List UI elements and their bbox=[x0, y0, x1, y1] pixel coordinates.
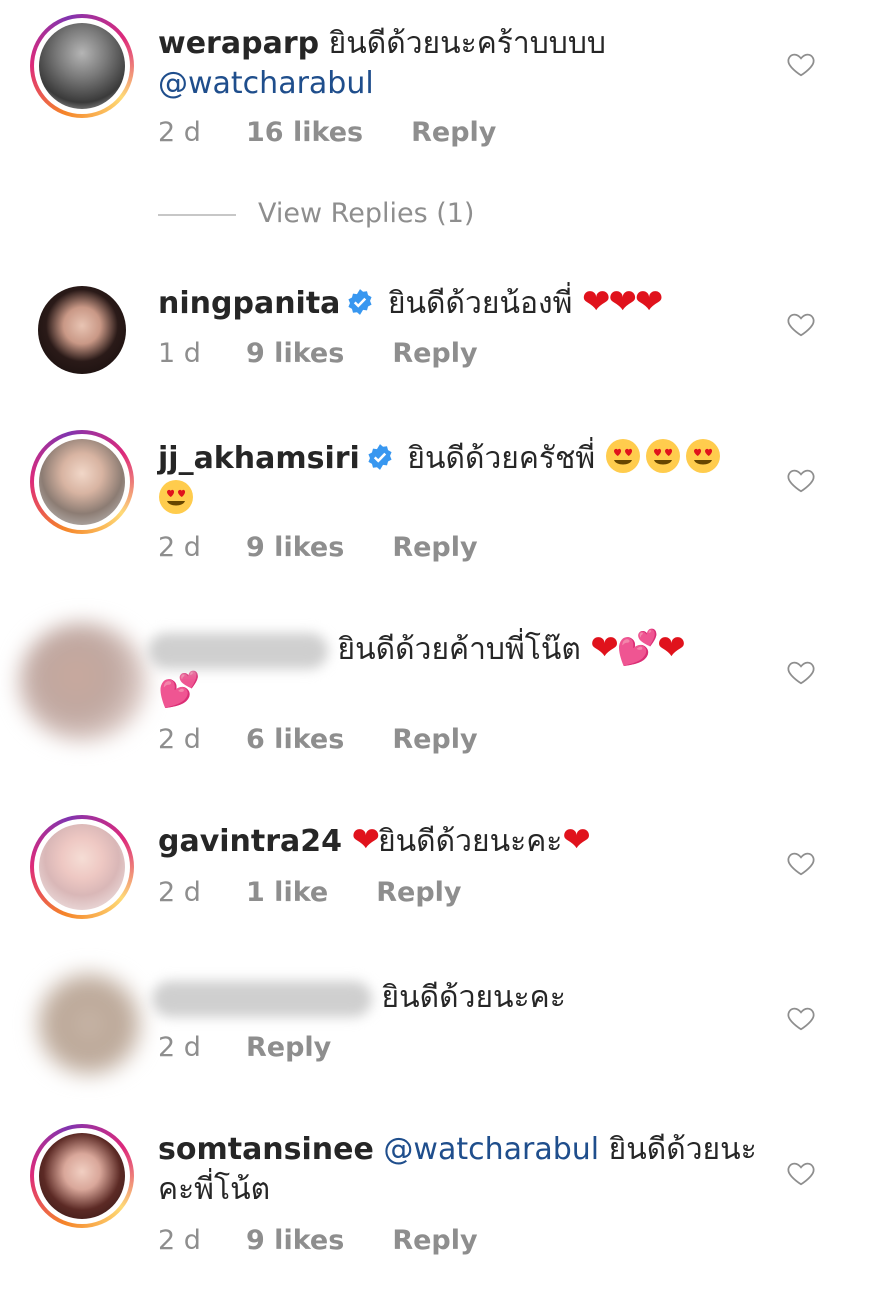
view-replies-button[interactable]: View Replies (1) bbox=[158, 198, 474, 229]
comment-text: ยินดีด้วยค้าบพี่โน๊ต ❤💕❤ 💕 bbox=[148, 628, 748, 712]
comment-meta: 2 d 9 likes Reply bbox=[158, 531, 478, 565]
mention-link[interactable]: @watcharabul bbox=[383, 1132, 599, 1167]
reply-button[interactable]: Reply bbox=[392, 337, 477, 371]
avatar[interactable] bbox=[18, 622, 148, 742]
heart-outline-icon[interactable] bbox=[786, 657, 816, 687]
heart-outline-icon[interactable] bbox=[786, 49, 816, 79]
avatar bbox=[39, 439, 125, 525]
comment-text: weraparp ยินดีด้วยนะคร้าบบบบ @watcharabu… bbox=[158, 24, 758, 104]
timestamp: 2 d bbox=[158, 1032, 201, 1063]
avatar bbox=[39, 824, 125, 910]
username-redacted bbox=[148, 632, 328, 669]
likes-count[interactable]: 6 likes bbox=[246, 723, 344, 757]
comment-meta: 2 d 6 likes Reply bbox=[158, 723, 478, 757]
heart-outline-icon[interactable] bbox=[786, 465, 816, 495]
username-redacted bbox=[152, 980, 372, 1017]
reply-button[interactable]: Reply bbox=[392, 723, 477, 757]
heart-emoji: ❤💕❤ bbox=[590, 628, 685, 668]
reply-button[interactable]: Reply bbox=[411, 116, 496, 150]
likes-count[interactable]: 1 like bbox=[246, 876, 328, 910]
likes-count[interactable]: 9 likes bbox=[246, 337, 344, 371]
heart-emoji: ❤❤❤ bbox=[581, 282, 663, 322]
divider bbox=[158, 213, 236, 216]
comment-text: somtansinee @watcharabul ยินดีด้วยนะ คะพ… bbox=[158, 1130, 758, 1210]
reply-button[interactable]: Reply bbox=[246, 1031, 331, 1065]
avatar[interactable] bbox=[38, 286, 126, 374]
reply-button[interactable]: Reply bbox=[392, 1224, 477, 1258]
comment-body-continued: คะพี่โน้ต bbox=[158, 1172, 271, 1207]
comment-body: ยินดีด้วยน้องพี่ bbox=[387, 286, 573, 321]
timestamp: 2 d bbox=[158, 724, 201, 755]
username[interactable]: jj_akhamsiri bbox=[158, 441, 360, 476]
comment-body: ยินดีด้วยนะคะ bbox=[378, 824, 563, 859]
heart-emoji: 💕 bbox=[158, 670, 200, 710]
comment-meta: 2 d 16 likes Reply bbox=[158, 116, 496, 150]
comment-text: gavintra24 ❤ยินดีด้วยนะคะ❤ bbox=[158, 820, 758, 862]
comment-body: ยินดีด้วยครัชพี่ bbox=[407, 441, 596, 476]
comment-text: jj_akhamsiri ยินดีด้วยครัชพี่ bbox=[158, 438, 758, 520]
username[interactable]: somtansinee bbox=[158, 1132, 374, 1167]
likes-count[interactable]: 16 likes bbox=[246, 116, 363, 150]
verified-badge-icon bbox=[368, 444, 392, 470]
likes-count[interactable]: 9 likes bbox=[246, 531, 344, 565]
comment-text: ยินดีด้วยนะคะ bbox=[152, 978, 752, 1018]
username[interactable]: ningpanita bbox=[158, 286, 340, 321]
timestamp: 2 d bbox=[158, 532, 201, 563]
avatar-story-ring[interactable] bbox=[30, 815, 134, 919]
timestamp: 2 d bbox=[158, 877, 201, 908]
heart-eyes-emoji bbox=[605, 439, 640, 473]
avatar-story-ring[interactable] bbox=[30, 430, 134, 534]
heart-emoji: ❤ bbox=[562, 820, 590, 860]
heart-eyes-emoji bbox=[159, 480, 193, 514]
reply-button[interactable]: Reply bbox=[392, 531, 477, 565]
heart-outline-icon[interactable] bbox=[786, 1003, 816, 1033]
heart-outline-icon[interactable] bbox=[786, 848, 816, 878]
username[interactable]: weraparp bbox=[158, 26, 319, 61]
comment-meta: 2 d 9 likes Reply bbox=[158, 1224, 478, 1258]
username[interactable]: gavintra24 bbox=[158, 824, 342, 859]
avatar[interactable] bbox=[36, 972, 142, 1076]
comment-meta: 2 d 1 like Reply bbox=[158, 876, 462, 910]
view-replies-label: View Replies (1) bbox=[258, 198, 475, 229]
avatar-story-ring[interactable] bbox=[30, 14, 134, 118]
timestamp: 2 d bbox=[158, 1225, 201, 1256]
comment-meta: 2 d Reply bbox=[158, 1031, 331, 1065]
comment-body: ยินดีด้วยนะ bbox=[608, 1132, 757, 1167]
likes-count[interactable]: 9 likes bbox=[246, 1224, 344, 1258]
avatar bbox=[39, 23, 125, 109]
avatar-story-ring[interactable] bbox=[30, 1124, 134, 1228]
comment-body: ยินดีด้วยนะคร้าบบบบ bbox=[328, 26, 606, 61]
avatar bbox=[39, 1133, 125, 1219]
comment-meta: 1 d 9 likes Reply bbox=[158, 337, 478, 371]
timestamp: 2 d bbox=[158, 117, 201, 148]
heart-eyes-emoji bbox=[685, 439, 720, 473]
heart-emoji: ❤ bbox=[351, 820, 380, 860]
reply-button[interactable]: Reply bbox=[376, 876, 461, 910]
timestamp: 1 d bbox=[158, 338, 201, 369]
heart-outline-icon[interactable] bbox=[786, 1158, 816, 1188]
verified-badge-icon bbox=[348, 289, 372, 315]
comment-body: ยินดีด้วยนะคะ bbox=[381, 980, 566, 1015]
comment-body: ยินดีด้วยค้าบพี่โน๊ต bbox=[337, 632, 581, 667]
comment-text: ningpanita ยินดีด้วยน้องพี่ ❤❤❤ bbox=[158, 282, 758, 324]
heart-eyes-emoji bbox=[645, 439, 680, 473]
mention-link[interactable]: @watcharabul bbox=[158, 66, 374, 101]
heart-outline-icon[interactable] bbox=[786, 309, 816, 339]
